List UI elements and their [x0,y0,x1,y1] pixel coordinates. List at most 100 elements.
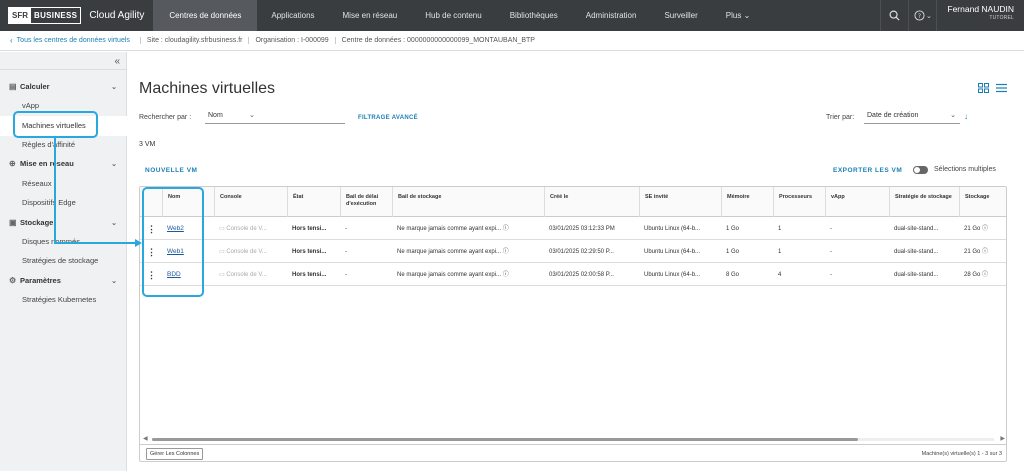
storage-policy-cell: dual-site-stand... [894,226,939,232]
annotation-highlight-sidebar [13,111,98,138]
console-cell[interactable]: ▭ Console de V... [214,241,287,263]
storage-cell: 21 Go ⓘ [959,241,1006,263]
storage-value: 28 Go [964,272,981,278]
nav-applications[interactable]: Applications [257,0,328,31]
vapp-cell: - [830,249,832,255]
processors-cell: 1 [778,226,782,232]
sidebar-group-settings[interactable]: ⚙ Paramètres ⌄ [9,276,121,285]
sidebar-item-storage-policies[interactable]: Stratégies de stockage [22,256,98,265]
console-cell[interactable]: ▭ Console de V... [214,218,287,240]
guest-os-cell: Ubuntu Linux (64-b... [644,249,701,255]
guest-os-cell: Ubuntu Linux (64-b... [644,226,701,232]
nav-more[interactable]: Plus ⌄ [712,0,765,31]
info-icon[interactable]: ⓘ [503,249,509,255]
header-state[interactable]: État [287,187,340,217]
collapse-sidebar-icon[interactable]: « [114,56,120,67]
gear-icon: ⚙ [9,276,17,285]
main-content: Machines virtuelles Rechercher par : Nom… [128,52,1024,471]
nav-networking[interactable]: Mise en réseau [329,0,412,31]
nav-monitor[interactable]: Surveiller [650,0,711,31]
created-on-cell: 03/01/2025 03:12:33 PM [549,226,615,232]
memory-cell: 1 Go [726,226,740,232]
storage-policy-cell: dual-site-stand... [894,272,939,278]
scrollbar-thumb[interactable] [152,438,858,441]
chevron-down-icon: ⌄ [111,219,117,227]
header-storage-lease[interactable]: Bail de stockage [392,187,544,217]
sidebar-group-label: Paramètres [20,276,61,285]
header-vapp[interactable]: vApp [825,187,889,217]
datagrid-header: Nom Console État Bail de délai d'exécuti… [140,187,1006,217]
nav-content-hub[interactable]: Hub de contenu [411,0,496,31]
info-icon[interactable]: ⓘ [503,272,509,278]
grid-view-icon[interactable] [978,83,989,96]
network-icon: ⊕ [9,159,16,168]
info-icon[interactable]: ⓘ [503,226,509,232]
multi-select-toggle[interactable] [913,166,928,174]
vapp-cell: - [830,226,832,232]
logo-sfr: SFR [9,8,31,23]
breadcrumb: ‹ Tous les centres de données virtuels S… [0,31,1024,51]
info-icon[interactable]: ⓘ [982,249,988,255]
console-cell[interactable]: ▭ Console de V... [214,264,287,286]
chevron-down-icon: ⌄ [111,277,117,285]
runtime-lease-cell: - [345,249,347,255]
storage-cell: 21 Go ⓘ [959,218,1006,240]
chevron-down-icon: ⌄ [111,160,117,168]
header-storage-policy[interactable]: Stratégie de stockage [889,187,959,217]
chevron-left-icon[interactable]: ‹ [10,36,13,45]
search-icon[interactable] [880,0,908,31]
header-created-on[interactable]: Créé le [544,187,639,217]
chevron-down-icon: ⌄ [111,83,117,91]
brand-logo[interactable]: SFR BUSINESS [8,7,82,24]
table-row[interactable]: ⋮ BDD ▭ Console de V... Hors tensi... - … [140,264,1006,286]
advanced-filter-button[interactable]: FILTRAGE AVANCÉ [358,115,418,121]
sort-by-select[interactable]: Date de création ⌄ [864,112,960,124]
storage-cell: 28 Go ⓘ [959,264,1006,286]
annotation-connector-horizontal [54,242,136,244]
header-guest-os[interactable]: SE invité [639,187,721,217]
sidebar-group-compute[interactable]: ▤ Calculer ⌄ [9,82,121,91]
new-vm-button[interactable]: NOUVELLE VM [145,167,197,174]
sidebar-item-vapp[interactable]: vApp [22,101,39,110]
vm-datagrid: Nom Console État Bail de délai d'exécuti… [139,186,1007,462]
back-to-datacenters-link[interactable]: Tous les centres de données virtuels [17,37,141,44]
info-icon[interactable]: ⓘ [982,272,988,278]
help-icon[interactable]: ? ⌄ [908,0,936,31]
export-vms-button[interactable]: EXPORTER LES VM [833,167,902,174]
nav-libraries[interactable]: Bibliothèques [496,0,572,31]
sidebar-group-label: Mise en réseau [20,159,74,168]
nav-more-label: Plus [725,11,742,20]
storage-lease-text: Ne marque jamais comme ayant expi... [397,249,502,255]
table-row[interactable]: ⋮ Web2 ▭ Console de V... Hors tensi... -… [140,218,1006,240]
header-console[interactable]: Console [214,187,287,217]
manage-columns-button[interactable]: Gérer Les Colonnes [146,448,204,460]
search-by-select[interactable]: Nom ⌄ [205,112,345,124]
header-memory[interactable]: Mémoire [721,187,773,217]
header-storage[interactable]: Stockage [959,187,1006,217]
sidebar-item-kubernetes-policies[interactable]: Stratégies Kubernetes [22,295,96,304]
runtime-lease-cell: - [345,226,347,232]
created-on-cell: 03/01/2025 02:00:58 P... [549,272,614,278]
sort-direction-icon[interactable]: ↓ [964,112,968,121]
nav-datacenters[interactable]: Centres de données [153,0,258,31]
horizontal-scrollbar[interactable]: ◀ ▶ [140,435,1006,443]
sidebar-group-storage[interactable]: ▣ Stockage ⌄ [9,218,121,227]
scroll-left-icon[interactable]: ◀ [143,435,148,442]
list-view-icon[interactable] [996,83,1007,96]
info-icon[interactable]: ⓘ [982,226,988,232]
sidebar-item-affinity-rules[interactable]: Règles d'affinité [22,140,75,149]
sidebar-item-edge-gateways[interactable]: Dispositifs Edge [22,198,76,207]
header-runtime-lease[interactable]: Bail de délai d'exécution [340,187,392,217]
scroll-right-icon[interactable]: ▶ [1000,435,1005,442]
organization-info: Organisation : I-000099 [249,37,336,44]
sidebar-group-networking[interactable]: ⊕ Mise en réseau ⌄ [9,159,121,168]
annotation-connector-vertical [54,138,56,244]
sidebar-item-networks[interactable]: Réseaux [22,179,52,188]
processors-cell: 4 [778,272,782,278]
storage-value: 21 Go [964,226,981,232]
table-row[interactable]: ⋮ Web1 ▭ Console de V... Hors tensi... -… [140,241,1006,263]
nav-administration[interactable]: Administration [572,0,651,31]
sidebar-group-label: Stockage [20,218,54,227]
header-processors[interactable]: Processeurs [773,187,825,217]
user-menu[interactable]: Fernand NAUDIN TUTOREL [936,0,1024,31]
